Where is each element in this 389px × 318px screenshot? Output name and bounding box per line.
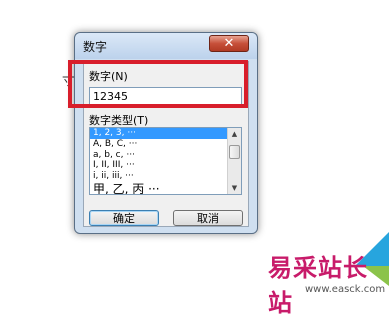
close-button[interactable]: ✕	[209, 35, 249, 52]
dialog-body: 数字(N) 12345 数字类型(T) 1, 2, 3, ··· A, B, C…	[83, 61, 249, 227]
list-item[interactable]: 1, 2, 3, ···	[90, 128, 228, 139]
number-label: 数字(N)	[89, 70, 128, 83]
watermark-logo: 易采站长站	[268, 253, 368, 317]
list-item[interactable]: A, B, C, ···	[90, 139, 228, 150]
number-type-label: 数字类型(T)	[89, 114, 149, 127]
scroll-down-icon[interactable]: ▼	[228, 182, 241, 194]
number-type-list[interactable]: 1, 2, 3, ··· A, B, C, ··· a, b, c, ··· I…	[89, 127, 242, 195]
close-icon: ✕	[223, 36, 235, 51]
list-item[interactable]: I, II, III, ···	[90, 160, 228, 171]
list-items-container: 1, 2, 3, ··· A, B, C, ··· a, b, c, ··· I…	[90, 128, 228, 194]
cancel-button[interactable]: 取消	[173, 210, 243, 226]
watermark-url: www.easck.com	[305, 284, 386, 295]
number-input[interactable]: 12345	[89, 87, 242, 105]
number-dialog: 数字 ✕ 数字(N) 12345 数字类型(T) 1, 2, 3, ··· A,…	[74, 32, 258, 234]
dialog-titlebar: 数字 ✕	[75, 33, 257, 59]
list-item[interactable]: 甲, 乙, 丙 ···	[90, 182, 228, 194]
dialog-title: 数字	[83, 40, 108, 54]
scroll-up-icon[interactable]: ▲	[228, 128, 241, 140]
list-item[interactable]: i, ii, iii, ···	[90, 171, 228, 182]
scroll-thumb[interactable]	[229, 145, 240, 159]
ok-button[interactable]: 确定	[89, 210, 159, 226]
list-scrollbar[interactable]: ▲ ▼	[227, 128, 241, 194]
list-item[interactable]: a, b, c, ···	[90, 150, 228, 161]
